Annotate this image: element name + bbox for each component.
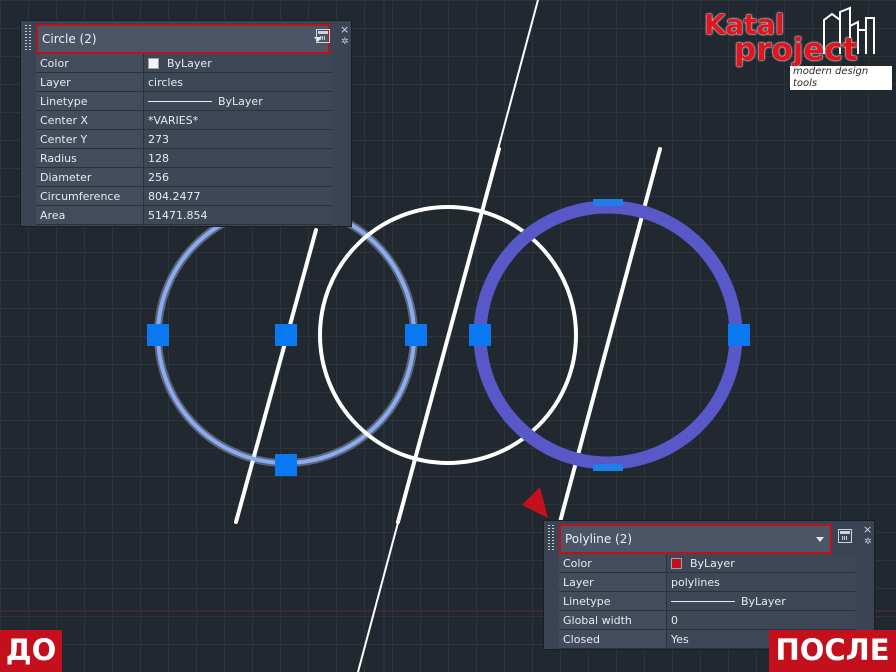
property-value: *VARIES* (148, 113, 199, 127)
property-value-cell[interactable]: 804.2477 (143, 186, 332, 206)
linetype-sample (671, 600, 735, 602)
property-name: Color (36, 54, 144, 73)
color-swatch (671, 557, 682, 569)
property-name: Circumference (36, 186, 144, 206)
polyline-circle[interactable] (473, 200, 743, 470)
property-value: 128 (148, 151, 169, 165)
property-row[interactable]: Linetype ByLayer (36, 91, 332, 111)
property-value-cell[interactable]: polylines (666, 572, 855, 592)
property-name: Center Y (36, 129, 144, 149)
property-table: Color ByLayer Layer circles Linetype ByLayer C… (36, 54, 332, 225)
property-row[interactable]: Linetype ByLayer (559, 591, 855, 611)
after-label: ПОСЛЕ (769, 630, 896, 672)
property-value-cell[interactable]: 0 (666, 610, 855, 630)
grip-polyline-left[interactable] (469, 324, 491, 346)
polyline-grip-bottom[interactable] (593, 464, 623, 471)
quickselect-icon[interactable] (838, 529, 852, 543)
properties-panel-circle: Circle (2) × ✲ Color ByLayer Layer circles L… (20, 20, 352, 227)
property-row[interactable]: Layer polylines (559, 572, 855, 592)
property-row[interactable]: Color ByLayer (559, 554, 855, 573)
property-row[interactable]: Center X *VARIES* (36, 110, 332, 130)
property-name: Global width (559, 610, 667, 630)
property-row[interactable]: Circumference 804.2477 (36, 186, 332, 206)
settings-gear-icon[interactable]: ✲ (341, 38, 349, 47)
property-name: Layer (36, 72, 144, 92)
grip-center[interactable] (275, 324, 297, 346)
before-label: ДО (0, 630, 62, 672)
property-row[interactable]: Area 51471.854 (36, 205, 332, 225)
property-name: Radius (36, 148, 144, 168)
property-value-cell[interactable]: 128 (143, 148, 332, 168)
pointer-arrow-bottom (522, 487, 548, 518)
line-diagonal-left[interactable] (234, 228, 318, 524)
property-value: 0 (671, 613, 678, 627)
property-row[interactable]: Color ByLayer (36, 54, 332, 73)
property-value: ByLayer (218, 94, 263, 108)
property-value: Yes (671, 632, 689, 646)
color-swatch (148, 57, 159, 69)
property-name: Area (36, 205, 144, 225)
close-icon[interactable]: × (863, 524, 872, 535)
property-value-cell[interactable]: 256 (143, 167, 332, 187)
grip-right[interactable] (405, 324, 427, 346)
panel-grip-handle[interactable] (548, 525, 556, 551)
logo-word-project: project (734, 32, 858, 68)
property-row[interactable]: Diameter 256 (36, 167, 332, 187)
chevron-down-icon (816, 537, 824, 542)
property-value-cell[interactable]: *VARIES* (143, 110, 332, 130)
property-value: ByLayer (690, 556, 735, 570)
property-name: Closed (559, 629, 667, 649)
property-value-cell[interactable]: 273 (143, 129, 332, 149)
property-value: 256 (148, 170, 169, 184)
grip-left[interactable] (147, 324, 169, 346)
property-value-cell[interactable]: circles (143, 72, 332, 92)
property-name: Linetype (36, 91, 144, 111)
settings-gear-icon[interactable]: ✲ (864, 538, 872, 547)
property-row[interactable]: Layer circles (36, 72, 332, 92)
object-type-dropdown[interactable]: Polyline (2) (559, 524, 832, 554)
close-icon[interactable]: × (340, 24, 349, 35)
property-value-cell[interactable]: ByLayer (143, 54, 332, 73)
property-value: polylines (671, 575, 720, 589)
property-value: ByLayer (741, 594, 786, 608)
property-name: Center X (36, 110, 144, 130)
property-value: 51471.854 (148, 208, 208, 222)
property-value: 273 (148, 132, 169, 146)
property-row[interactable]: Radius 128 (36, 148, 332, 168)
panel-grip-handle[interactable] (25, 25, 33, 51)
object-type-label: Circle (2) (42, 32, 97, 46)
property-row[interactable]: Center Y 273 (36, 129, 332, 149)
property-name: Color (559, 554, 667, 573)
property-value: 804.2477 (148, 189, 201, 203)
property-value: circles (148, 75, 183, 89)
object-type-label: Polyline (2) (565, 532, 633, 546)
property-value-cell[interactable]: ByLayer (666, 591, 855, 611)
property-name: Diameter (36, 167, 144, 187)
property-value-cell[interactable]: ByLayer (666, 554, 855, 573)
grip-bottom[interactable] (275, 454, 297, 476)
property-value: ByLayer (167, 56, 212, 70)
brand-logo: Katal project modern design tools (700, 6, 892, 90)
property-value-cell[interactable]: ByLayer (143, 91, 332, 111)
grip-polyline-right[interactable] (728, 324, 750, 346)
logo-tagline: modern design tools (790, 66, 892, 90)
linetype-sample (148, 100, 212, 102)
quickselect-icon[interactable] (316, 29, 330, 43)
polyline-grip-top[interactable] (593, 199, 623, 206)
property-value-cell[interactable]: 51471.854 (143, 205, 332, 225)
object-type-dropdown[interactable]: Circle (2) (36, 24, 330, 54)
property-row[interactable]: Global width 0 (559, 610, 855, 630)
property-name: Layer (559, 572, 667, 592)
property-name: Linetype (559, 591, 667, 611)
